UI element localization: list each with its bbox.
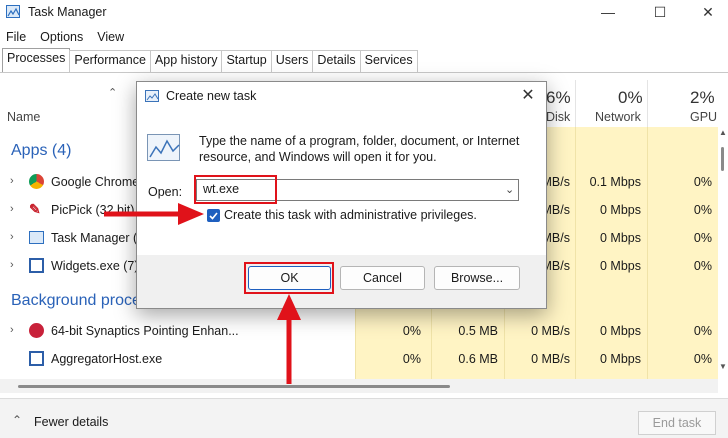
process-window-icon bbox=[29, 351, 44, 366]
gpu-value: 0% bbox=[693, 352, 712, 366]
horizontal-scroll-thumb[interactable] bbox=[18, 385, 450, 388]
memory-value: 0.6 MB bbox=[458, 352, 498, 366]
dialog-description: Type the name of a program, folder, docu… bbox=[199, 134, 520, 164]
column-name[interactable]: Name bbox=[7, 110, 40, 124]
arrow-up-icon bbox=[277, 294, 301, 384]
browse-button[interactable]: Browse... bbox=[434, 266, 520, 290]
chrome-icon bbox=[29, 174, 44, 189]
admin-checkbox-label[interactable]: Create this task with administrative pri… bbox=[224, 208, 477, 222]
gpu-value: 0% bbox=[693, 324, 712, 338]
run-icon bbox=[145, 90, 159, 102]
menu-view[interactable]: View bbox=[97, 27, 124, 47]
column-gpu[interactable]: GPU bbox=[690, 110, 717, 124]
network-value: 0 Mbps bbox=[600, 259, 641, 273]
column-separator bbox=[647, 80, 648, 130]
network-value: 0 Mbps bbox=[600, 231, 641, 245]
minimize-button[interactable]: — bbox=[588, 2, 628, 24]
tab-details[interactable]: Details bbox=[312, 50, 361, 72]
tab-startup[interactable]: Startup bbox=[221, 50, 272, 72]
dialog-close-button[interactable]: ✕ bbox=[518, 86, 538, 106]
network-value: 0 Mbps bbox=[600, 203, 641, 217]
process-name[interactable]: Task Manager (2 bbox=[51, 231, 144, 245]
close-button[interactable]: ✕ bbox=[688, 2, 728, 24]
tab-strip: Processes Performance App history Startu… bbox=[2, 48, 418, 72]
window-title: Task Manager bbox=[28, 5, 107, 19]
gpu-value: 0% bbox=[693, 175, 712, 189]
column-disk[interactable]: Disk bbox=[546, 110, 570, 124]
gpu-value: 0% bbox=[693, 231, 712, 245]
gpu-percent: 2% bbox=[690, 88, 715, 107]
column-network[interactable]: Network bbox=[595, 110, 641, 124]
cancel-button[interactable]: Cancel bbox=[340, 266, 425, 290]
maximize-button[interactable]: ☐ bbox=[640, 2, 680, 24]
tab-divider bbox=[0, 72, 728, 73]
menu-options[interactable]: Options bbox=[40, 27, 83, 47]
fewer-details-link[interactable]: Fewer details bbox=[34, 415, 108, 429]
column-separator bbox=[575, 127, 576, 379]
dialog-title: Create new task bbox=[166, 89, 257, 103]
column-separator bbox=[575, 80, 576, 130]
widgets-icon bbox=[29, 258, 44, 273]
chevron-down-icon[interactable]: ⌄ bbox=[505, 183, 514, 196]
picpick-icon: ✎ bbox=[29, 201, 41, 217]
expand-chevron-icon[interactable]: › bbox=[10, 231, 14, 243]
process-name[interactable]: Widgets.exe (7) bbox=[51, 259, 139, 273]
tab-services[interactable]: Services bbox=[359, 50, 418, 72]
group-background: Background proce bbox=[11, 292, 141, 309]
disk-value: 0 MB/s bbox=[531, 352, 570, 366]
task-manager-large-icon bbox=[147, 134, 180, 161]
tab-performance[interactable]: Performance bbox=[69, 50, 151, 72]
network-value: 0 Mbps bbox=[600, 324, 641, 338]
vertical-scroll-thumb[interactable] bbox=[721, 147, 724, 171]
disk-percent: 6% bbox=[546, 88, 571, 107]
gpu-value: 0% bbox=[693, 203, 712, 217]
open-label: Open: bbox=[148, 185, 183, 199]
scroll-down-icon[interactable]: ▼ bbox=[719, 362, 727, 371]
menu-file[interactable]: File bbox=[6, 27, 26, 47]
memory-value: 0.5 MB bbox=[458, 324, 498, 338]
end-task-button[interactable]: End task bbox=[638, 411, 716, 435]
network-value: 0.1 Mbps bbox=[589, 175, 641, 189]
disk-value: 0 MB/s bbox=[531, 324, 570, 338]
vertical-scrollbar[interactable] bbox=[718, 73, 728, 373]
synaptics-icon bbox=[29, 323, 44, 338]
sort-up-icon[interactable]: ⌃ bbox=[108, 86, 117, 99]
column-separator bbox=[647, 127, 648, 379]
process-name[interactable]: AggregatorHost.exe bbox=[51, 352, 162, 366]
expand-chevron-icon[interactable]: › bbox=[10, 259, 14, 271]
menu-bar: File Options View bbox=[0, 27, 132, 47]
network-percent: 0% bbox=[618, 88, 643, 107]
expand-chevron-icon[interactable]: › bbox=[10, 175, 14, 187]
process-name[interactable]: Google Chrome bbox=[51, 175, 139, 189]
tab-app-history[interactable]: App history bbox=[149, 50, 223, 72]
footer-bar bbox=[0, 398, 728, 438]
gpu-value: 0% bbox=[693, 259, 712, 273]
cpu-value: 0% bbox=[402, 352, 421, 366]
expand-chevron-icon[interactable]: › bbox=[10, 324, 14, 336]
cpu-value: 0% bbox=[402, 324, 421, 338]
expand-chevron-icon[interactable]: › bbox=[10, 203, 14, 215]
tab-users[interactable]: Users bbox=[270, 50, 314, 72]
arrow-right-icon bbox=[104, 203, 204, 225]
scroll-up-icon[interactable]: ▲ bbox=[719, 128, 727, 137]
chevron-up-icon[interactable]: ⌃ bbox=[12, 413, 22, 427]
network-value: 0 Mbps bbox=[600, 352, 641, 366]
task-manager-icon bbox=[6, 5, 20, 18]
task-manager-icon bbox=[29, 231, 44, 244]
group-apps: Apps (4) bbox=[11, 142, 72, 159]
tab-processes[interactable]: Processes bbox=[2, 48, 71, 72]
highlight-box-ok bbox=[244, 262, 334, 294]
process-name[interactable]: 64-bit Synaptics Pointing Enhan... bbox=[51, 324, 239, 338]
